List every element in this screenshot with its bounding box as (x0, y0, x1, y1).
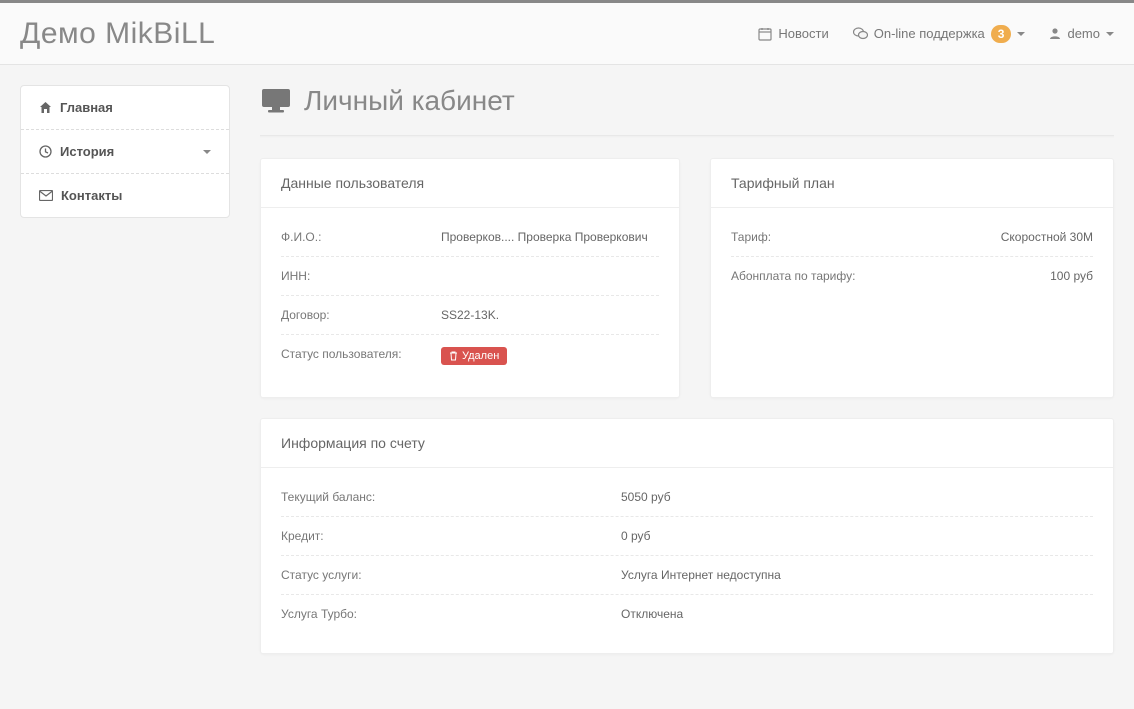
data-label: Абонплата по тарифу: (731, 269, 931, 283)
main-container: Главная История Контакты Личный кабинет (0, 65, 1134, 674)
sidebar-item-label: Главная (60, 100, 113, 115)
sidebar-item-contacts[interactable]: Контакты (21, 174, 229, 217)
main-content: Личный кабинет Данные пользователя Ф.И.О… (260, 85, 1114, 654)
sidebar-item-label: История (60, 144, 114, 159)
page-title-text: Личный кабинет (304, 85, 515, 117)
panels-row-1: Данные пользователя Ф.И.О.: Проверков...… (260, 158, 1114, 398)
data-value: 5050 руб (621, 490, 1093, 504)
data-value: SS22-13K. (441, 308, 659, 322)
chat-icon (853, 27, 868, 41)
data-value: 100 руб (931, 269, 1093, 283)
title-divider (260, 135, 1114, 138)
data-label: ИНН: (281, 269, 441, 283)
data-row-service: Статус услуги: Услуга Интернет недоступн… (281, 556, 1093, 595)
tariff-panel: Тарифный план Тариф: Скоростной 30M Абон… (710, 158, 1114, 398)
caret-down-icon (1106, 32, 1114, 36)
data-label: Ф.И.О.: (281, 230, 441, 244)
data-label: Статус пользователя: (281, 347, 441, 365)
account-panel: Информация по счету Текущий баланс: 5050… (260, 418, 1114, 654)
data-row-credit: Кредит: 0 руб (281, 517, 1093, 556)
data-label: Договор: (281, 308, 441, 322)
trash-icon (449, 351, 458, 361)
page-title: Личный кабинет (260, 85, 1114, 117)
nav-news-label: Новости (778, 26, 828, 41)
data-row-fee: Абонплата по тарифу: 100 руб (731, 257, 1093, 295)
nav-support[interactable]: On-line поддержка 3 (853, 25, 1026, 43)
status-badge-text: Удален (462, 350, 499, 362)
sidebar-item-history[interactable]: История (21, 130, 229, 174)
data-value: Отключена (621, 607, 1093, 621)
sidebar-item-label: Контакты (61, 188, 122, 203)
data-value (441, 269, 659, 283)
data-value: 0 руб (621, 529, 1093, 543)
caret-down-icon (1017, 32, 1025, 36)
user-icon (1049, 27, 1061, 40)
data-row-tariff: Тариф: Скоростной 30M (731, 218, 1093, 257)
data-value: Удален (441, 347, 659, 365)
clock-icon (39, 145, 52, 158)
envelope-icon (39, 190, 53, 201)
nav-right: Новости On-line поддержка 3 demo (758, 25, 1114, 43)
data-label: Текущий баланс: (281, 490, 621, 504)
data-row-balance: Текущий баланс: 5050 руб (281, 478, 1093, 517)
user-data-panel: Данные пользователя Ф.И.О.: Проверков...… (260, 158, 680, 398)
data-row-contract: Договор: SS22-13K. (281, 296, 659, 335)
nav-user[interactable]: demo (1049, 26, 1114, 41)
nav-news[interactable]: Новости (758, 26, 828, 41)
brand-logo[interactable]: Демо MikBiLL (20, 17, 215, 51)
panel-body: Тариф: Скоростной 30M Абонплата по тариф… (711, 208, 1113, 315)
data-value: Услуга Интернет недоступна (621, 568, 1093, 582)
caret-down-icon (203, 150, 211, 154)
panel-heading: Данные пользователя (261, 159, 679, 208)
data-row-inn: ИНН: (281, 257, 659, 296)
nav-user-label: demo (1067, 26, 1100, 41)
sidebar-item-home[interactable]: Главная (21, 86, 229, 130)
status-badge-deleted: Удален (441, 347, 507, 365)
data-label: Кредит: (281, 529, 621, 543)
home-icon (39, 101, 52, 114)
data-row-turbo: Услуга Турбо: Отключена (281, 595, 1093, 633)
data-row-status: Статус пользователя: Удален (281, 335, 659, 377)
panel-heading: Тарифный план (711, 159, 1113, 208)
support-badge: 3 (991, 25, 1012, 43)
navbar: Демо MikBiLL Новости On-line поддержка 3… (0, 3, 1134, 65)
panel-body: Текущий баланс: 5050 руб Кредит: 0 руб С… (261, 468, 1113, 653)
data-value: Скоростной 30M (891, 230, 1093, 244)
data-value: Проверков.... Проверка Проверкович (441, 230, 659, 244)
data-label: Статус услуги: (281, 568, 621, 582)
data-label: Услуга Турбо: (281, 607, 621, 621)
data-row-fio: Ф.И.О.: Проверков.... Проверка Проверков… (281, 218, 659, 257)
panel-heading: Информация по счету (261, 419, 1113, 468)
data-label: Тариф: (731, 230, 891, 244)
panel-body: Ф.И.О.: Проверков.... Проверка Проверков… (261, 208, 679, 397)
nav-support-label: On-line поддержка (874, 26, 985, 41)
sidebar: Главная История Контакты (20, 85, 230, 218)
calendar-icon (758, 27, 772, 41)
monitor-icon (260, 87, 292, 115)
